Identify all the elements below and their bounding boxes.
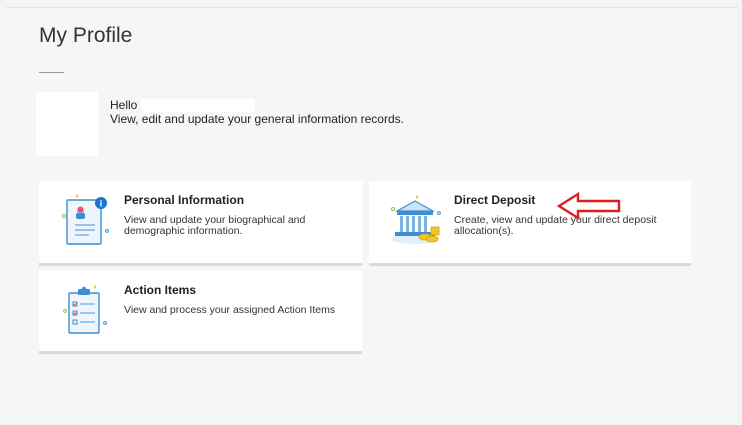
bank-icon [391, 195, 441, 244]
clipboard-checklist-icon [63, 285, 107, 334]
personal-information-title[interactable]: Personal Information [124, 193, 244, 207]
svg-text:i: i [100, 199, 103, 209]
personal-information-card[interactable]: i Personal Information View and update y… [39, 181, 362, 266]
personal-info-icon: i [61, 194, 109, 245]
user-name-redacted [141, 99, 256, 113]
annotation-arrow-icon [556, 191, 621, 221]
action-items-card[interactable]: Action Items View and process your assig… [39, 271, 362, 354]
page-title: My Profile [39, 24, 133, 47]
direct-deposit-card[interactable]: Direct Deposit Create, view and update y… [369, 181, 691, 266]
greeting-subtitle: View, edit and update your general infor… [110, 112, 404, 127]
action-items-description: View and process your assigned Action It… [124, 304, 336, 316]
greeting-block: Hello View, edit and update your general… [110, 98, 404, 126]
avatar [36, 92, 98, 156]
action-items-title[interactable]: Action Items [124, 283, 196, 297]
personal-information-description: View and update your biographical and de… [124, 214, 306, 237]
direct-deposit-title[interactable]: Direct Deposit [454, 193, 535, 207]
greeting-text: Hello [110, 98, 138, 112]
title-divider [39, 72, 64, 73]
